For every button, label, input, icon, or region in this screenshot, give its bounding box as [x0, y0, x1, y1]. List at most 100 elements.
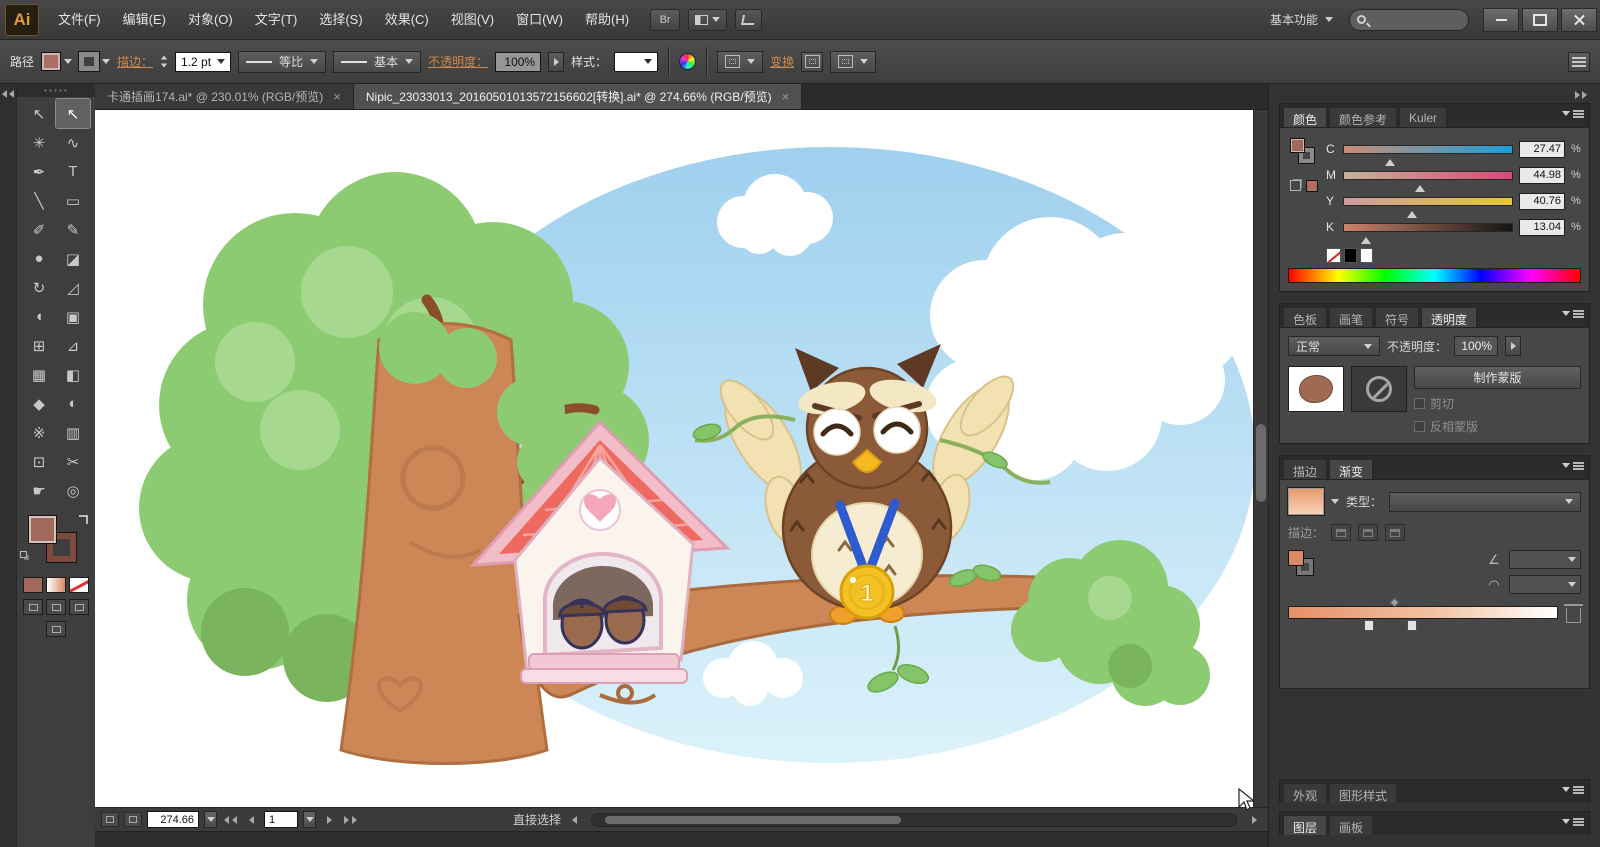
opacity-dropdown-button[interactable] [548, 51, 565, 72]
gradient-swatch[interactable] [1288, 488, 1324, 515]
pen-tool[interactable]: ✒ [22, 157, 56, 186]
artboard-number-field[interactable]: 1 [264, 811, 298, 828]
panel-menu-button[interactable] [1562, 463, 1584, 468]
close-button[interactable] [1561, 7, 1597, 32]
fill-proxy-swatch[interactable] [1290, 138, 1305, 153]
color-spectrum-bar[interactable] [1288, 268, 1581, 283]
stroke-width-field[interactable]: 1.2 pt [175, 51, 232, 72]
paintbrush-tool[interactable]: ✐ [22, 215, 56, 244]
workspace-switcher[interactable]: 基本功能 [1260, 8, 1343, 32]
none-swatch[interactable] [1326, 248, 1341, 263]
fill-color-control[interactable] [41, 52, 73, 71]
white-swatch[interactable] [1360, 248, 1373, 263]
draw-normal-button[interactable] [23, 599, 43, 615]
blend-mode-dropdown[interactable]: 正常 [1288, 336, 1380, 356]
document-tab-1[interactable]: 卡通插画174.ai* @ 230.01% (RGB/预览) × [95, 84, 354, 109]
transparency-opacity-field[interactable]: 100% [1454, 336, 1499, 356]
width-tool[interactable]: ◖ [22, 302, 56, 331]
tab-appearance[interactable]: 外观 [1283, 783, 1328, 803]
stroke-color-control[interactable] [78, 51, 111, 72]
web-color-warning-icon[interactable] [1290, 180, 1301, 191]
magenta-value-field[interactable]: 44.98 [1519, 166, 1565, 184]
canvas[interactable]: 1 [95, 110, 1268, 807]
delete-stop-icon[interactable] [1564, 604, 1583, 623]
default-fill-stroke-icon[interactable] [20, 551, 27, 558]
menu-item-view[interactable]: 视图(V) [440, 0, 505, 40]
menu-item-file[interactable]: 文件(F) [47, 0, 112, 40]
tab-graphic-styles[interactable]: 图形样式 [1329, 783, 1398, 803]
zoom-tool[interactable]: ◎ [56, 476, 90, 505]
slider-thumb[interactable] [1407, 206, 1418, 218]
gradient-type-dropdown[interactable] [1389, 491, 1581, 512]
tab-layers[interactable]: 图层 [1283, 815, 1328, 835]
menu-item-help[interactable]: 帮助(H) [574, 0, 640, 40]
magenta-slider[interactable] [1343, 170, 1513, 192]
zoom-menu-icon[interactable] [101, 812, 119, 827]
control-panel-menu-button[interactable] [1568, 51, 1590, 72]
tab-color[interactable]: 颜色 [1283, 107, 1328, 127]
panel-menu-button[interactable] [1562, 787, 1584, 792]
menu-item-effect[interactable]: 效果(C) [374, 0, 440, 40]
previous-artboard-button[interactable] [243, 812, 259, 828]
close-tab-icon[interactable]: × [333, 90, 341, 103]
tab-transparency[interactable]: 透明度 [1421, 307, 1478, 327]
symbol-sprayer-tool[interactable]: ※ [22, 418, 56, 447]
free-transform-tool[interactable]: ▣ [56, 302, 90, 331]
go-to-artboard-icon[interactable] [124, 812, 142, 827]
opacity-panel-link[interactable]: 不透明度： [428, 53, 488, 70]
cyan-value-field[interactable]: 27.47 [1519, 140, 1565, 158]
vertical-scrollbar[interactable] [1253, 110, 1268, 807]
transform-panel-link[interactable]: 变换 [770, 53, 794, 70]
collapse-left-dock-button[interactable] [0, 84, 17, 847]
slider-thumb[interactable] [1385, 154, 1396, 166]
stroke-within-button[interactable] [1331, 524, 1352, 541]
stroke-across-button[interactable] [1385, 524, 1406, 541]
stroke-width-stepper[interactable] [160, 55, 168, 68]
color-mode-button[interactable] [23, 577, 43, 593]
selection-tool[interactable]: ↖ [22, 99, 56, 128]
gradient-angle-combo[interactable] [1509, 550, 1581, 569]
panel-menu-button[interactable] [1562, 819, 1584, 824]
cs-live-button[interactable] [735, 8, 763, 31]
draw-behind-button[interactable] [46, 599, 66, 615]
line-segment-tool[interactable]: ╲ [22, 186, 56, 215]
last-artboard-button[interactable] [342, 812, 358, 828]
next-artboard-button[interactable] [321, 812, 337, 828]
perspective-grid-tool[interactable]: ⊿ [56, 331, 90, 360]
menu-item-object[interactable]: 对象(O) [177, 0, 244, 40]
make-mask-button[interactable]: 制作蒙版 [1414, 366, 1581, 389]
gradient-fill-stroke-proxy[interactable] [1288, 550, 1318, 580]
recolor-artwork-button[interactable] [679, 53, 697, 70]
mask-thumbnail[interactable] [1351, 366, 1407, 412]
zoom-dropdown-button[interactable] [204, 811, 217, 828]
gradient-tool[interactable]: ◧ [56, 360, 90, 389]
object-thumbnail[interactable] [1288, 366, 1344, 412]
menu-item-edit[interactable]: 编辑(E) [112, 0, 177, 40]
mesh-tool[interactable]: ▦ [22, 360, 56, 389]
arrange-documents-button[interactable] [688, 8, 728, 31]
yellow-value-field[interactable]: 40.76 [1519, 192, 1565, 210]
vertical-scrollbar-thumb[interactable] [1256, 423, 1266, 502]
gradient-slider[interactable] [1288, 597, 1558, 631]
search-input[interactable] [1349, 8, 1469, 31]
direct-selection-tool[interactable]: ↖ [55, 98, 91, 129]
tab-symbols[interactable]: 符号 [1375, 307, 1420, 327]
web-color-swatch[interactable] [1306, 180, 1318, 192]
maximize-button[interactable] [1522, 7, 1558, 32]
isolate-object-button[interactable] [801, 51, 824, 72]
stroke-along-button[interactable] [1358, 524, 1379, 541]
gradient-mode-button[interactable] [46, 577, 66, 593]
swap-fill-stroke-icon[interactable] [79, 515, 88, 524]
gradient-stop[interactable] [1406, 620, 1417, 631]
black-slider[interactable] [1343, 222, 1513, 244]
document-tab-2[interactable]: Nipic_23033013_20160501013572156602[转换].… [353, 84, 803, 109]
tab-stroke[interactable]: 描边 [1283, 459, 1328, 479]
horizontal-scrollbar-thumb[interactable] [604, 815, 902, 824]
lasso-tool[interactable]: ∿ [56, 128, 90, 157]
type-tool[interactable]: T [56, 157, 90, 186]
stroke-panel-link[interactable]: 描边： [117, 53, 153, 70]
rotate-tool[interactable]: ↻ [22, 273, 56, 302]
pencil-tool[interactable]: ✎ [56, 215, 90, 244]
blend-tool[interactable]: ◐ [56, 389, 90, 418]
screen-mode-button[interactable] [46, 621, 66, 637]
